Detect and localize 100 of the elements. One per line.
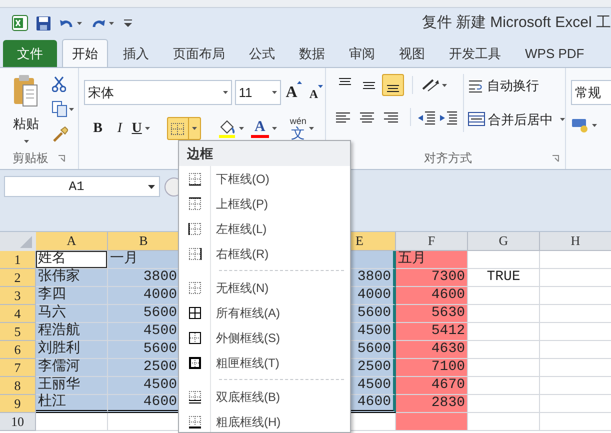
- shrink-font-button[interactable]: A: [307, 82, 325, 103]
- row-header[interactable]: 5: [0, 323, 36, 341]
- up-triangle-icon: [297, 80, 302, 84]
- borders-button[interactable]: [166, 117, 201, 140]
- table-cell: 2830: [396, 395, 468, 413]
- customize-toolbar-icon[interactable]: [123, 18, 133, 28]
- caret-icon: [24, 140, 28, 142]
- table-cell: 4600: [396, 287, 468, 305]
- all-borders-icon: [188, 306, 202, 320]
- ribbon-tab[interactable]: 文件: [3, 40, 57, 67]
- copy-icon[interactable]: [52, 101, 74, 117]
- row-header[interactable]: 1: [0, 251, 36, 269]
- row-header[interactable]: 2: [0, 269, 36, 287]
- paint-bucket-icon: [218, 120, 236, 138]
- table-cell: 4500: [108, 377, 180, 395]
- caret-icon: [192, 127, 197, 130]
- ribbon-tab[interactable]: 开发工具: [440, 40, 510, 67]
- ribbon-tab[interactable]: 数据: [290, 40, 334, 67]
- ribbon-tab[interactable]: 公式: [240, 40, 284, 67]
- ribbon-tab[interactable]: 插入: [114, 40, 158, 67]
- table-cell: 李四: [36, 287, 108, 305]
- column-header[interactable]: B: [108, 232, 180, 250]
- table-cell: 7100: [396, 359, 468, 377]
- number-format-dropdown[interactable]: 常规: [571, 80, 611, 105]
- row-header[interactable]: 4: [0, 305, 36, 323]
- table-cell: 马六: [36, 305, 108, 323]
- menu-title: 边框: [179, 141, 350, 166]
- table-cell: 张伟家: [36, 269, 108, 287]
- table-cell: 2500: [108, 359, 180, 377]
- clipboard-icon: [13, 74, 39, 108]
- thick-bottom-border-icon: [188, 414, 202, 428]
- table-cell: 杜江: [36, 395, 108, 413]
- top-border-icon: [188, 196, 202, 210]
- resize-handle-icon[interactable]: [164, 176, 178, 196]
- increase-indent-icon[interactable]: [439, 110, 459, 124]
- phonetic-button[interactable]: wén 文: [290, 117, 314, 140]
- caret-icon: [592, 124, 597, 126]
- scissors-icon[interactable]: [52, 76, 66, 92]
- align-top-icon: [339, 78, 351, 85]
- paste-button[interactable]: 粘贴: [8, 74, 44, 147]
- bottom-border-icon: [188, 172, 202, 186]
- wrap-text-button[interactable]: 自动换行: [468, 76, 565, 96]
- outside-border-icon: [188, 330, 202, 344]
- table-cell: TRUE: [468, 269, 540, 287]
- table-cell: 4600: [108, 395, 180, 413]
- currency-icon[interactable]: [571, 117, 589, 133]
- dialog-launcher-icon[interactable]: [58, 154, 66, 162]
- table-cell: 刘胜利: [36, 341, 108, 359]
- caret-icon: [144, 127, 150, 130]
- row-header[interactable]: 6: [0, 341, 36, 359]
- row-header[interactable]: 3: [0, 287, 36, 305]
- table-cell: 五月: [396, 251, 468, 269]
- group-label: 剪贴板: [12, 150, 48, 167]
- caret-icon: [272, 127, 277, 130]
- group-label: 对齐方式: [424, 150, 472, 167]
- merge-cells-icon: [468, 112, 485, 126]
- font-size-dropdown[interactable]: 11: [234, 80, 281, 105]
- align-middle-icon: [363, 82, 375, 88]
- align-bottom-button[interactable]: [382, 74, 404, 96]
- row-header[interactable]: 7: [0, 359, 36, 377]
- dialog-launcher-icon[interactable]: [552, 154, 559, 162]
- caret-icon: [148, 184, 155, 188]
- menu-item[interactable]: 上框线(P): [179, 191, 350, 216]
- table-cell: 王丽华: [36, 377, 108, 395]
- decrease-indent-icon[interactable]: [417, 110, 437, 124]
- row-header[interactable]: 10: [0, 413, 36, 431]
- save-icon[interactable]: [36, 16, 51, 30]
- table-cell: 7300: [396, 269, 468, 287]
- menu-item[interactable]: 下框线(O): [179, 166, 350, 191]
- wrap-text-icon: [468, 78, 484, 93]
- row-header[interactable]: 9: [0, 395, 36, 413]
- font-color-button[interactable]: A: [250, 120, 277, 138]
- table-cell: 李儒河: [36, 359, 108, 377]
- fill-color-button[interactable]: [218, 120, 244, 138]
- down-triangle-icon: [318, 85, 323, 88]
- bold-button[interactable]: B: [88, 118, 108, 139]
- ribbon-tab[interactable]: 开始: [62, 39, 108, 67]
- spreadsheet-logo-icon[interactable]: [12, 15, 28, 31]
- font-name-dropdown[interactable]: 宋体: [84, 80, 232, 105]
- column-header[interactable]: A: [36, 232, 108, 250]
- ribbon-tab[interactable]: 审阅: [340, 40, 384, 67]
- merge-center-button[interactable]: 合并后居中: [468, 110, 565, 129]
- name-box[interactable]: A1: [4, 176, 160, 197]
- underline-button[interactable]: U: [132, 118, 150, 139]
- caret-icon: [560, 118, 565, 121]
- table-cell: 姓名: [36, 251, 108, 269]
- caret-icon: [238, 127, 244, 130]
- paintbrush-icon[interactable]: [52, 126, 68, 142]
- ribbon-tab[interactable]: WPS PDF: [516, 40, 594, 67]
- italic-button[interactable]: I: [110, 118, 129, 139]
- caret-icon: [222, 91, 228, 94]
- ribbon-tab[interactable]: 页面布局: [164, 40, 234, 67]
- table-cell: 5600: [108, 341, 180, 359]
- table-cell: 4670: [396, 377, 468, 395]
- ribbon-tab[interactable]: 视图: [390, 40, 434, 67]
- grow-font-button[interactable]: A: [284, 80, 304, 104]
- row-header[interactable]: 8: [0, 377, 36, 395]
- double-bottom-border-icon: [188, 390, 202, 404]
- text-orientation-icon[interactable]: [421, 77, 447, 93]
- table-cell: 一月: [108, 251, 180, 269]
